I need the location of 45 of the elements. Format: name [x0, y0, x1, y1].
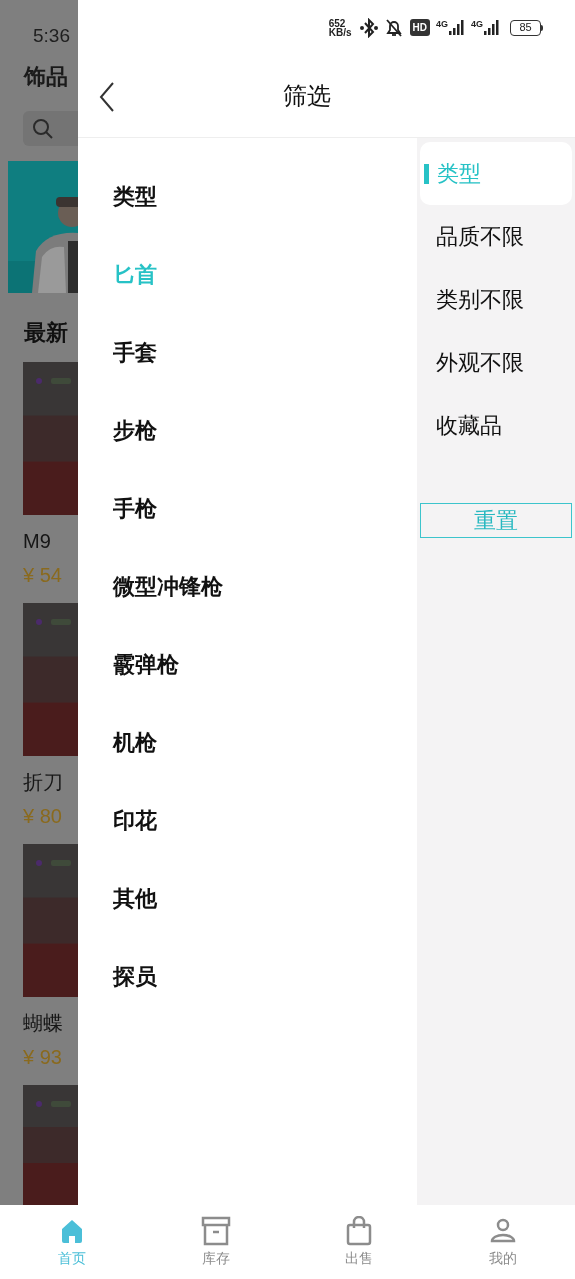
- filter-option[interactable]: 探员: [113, 938, 157, 1016]
- network-type: 4G: [471, 20, 483, 29]
- item-name: 蝴蝶: [22, 1011, 64, 1036]
- filter-tab[interactable]: 收藏品: [420, 394, 572, 457]
- filter-tab[interactable]: 外观不限: [420, 331, 572, 394]
- item-price: ¥ 54: [22, 563, 63, 588]
- item-name: 折刀: [22, 770, 64, 795]
- filter-option[interactable]: 步枪: [113, 392, 157, 470]
- muted-bell-icon: [383, 17, 404, 38]
- archive-box-icon: [200, 1216, 231, 1246]
- filter-option[interactable]: 机枪: [113, 704, 157, 782]
- item-name: M9: [22, 529, 52, 554]
- back-button[interactable]: [98, 81, 116, 113]
- item-price: ¥ 80: [22, 804, 63, 829]
- filter-tab[interactable]: 品质不限: [420, 205, 572, 268]
- bluetooth-icon: [359, 17, 378, 38]
- user-icon: [490, 1218, 517, 1244]
- search-icon: [31, 116, 55, 141]
- filter-option[interactable]: 霰弹枪: [113, 626, 179, 704]
- filter-option[interactable]: 手枪: [113, 470, 157, 548]
- hd-badge: HD: [409, 19, 430, 36]
- section-title: 最新: [23, 319, 69, 348]
- battery-level: 85: [510, 19, 541, 36]
- back-icon: [99, 82, 115, 112]
- shopping-bag-icon: [346, 1216, 373, 1246]
- filter-option[interactable]: 其他: [113, 860, 157, 938]
- filter-option[interactable]: 微型冲锋枪: [113, 548, 223, 626]
- tab-bar-item[interactable]: 库存: [143, 1205, 288, 1279]
- page-title: 饰品: [22, 63, 69, 92]
- item-price: ¥ 93: [22, 1045, 63, 1070]
- signal-icon: [449, 20, 465, 35]
- filter-tab[interactable]: 类别不限: [420, 268, 572, 331]
- status-time: 5:36: [32, 24, 71, 48]
- tab-bar-item[interactable]: 我的: [431, 1205, 575, 1279]
- signal-icon: [484, 20, 500, 35]
- filter-option[interactable]: 印花: [113, 782, 157, 860]
- search-field[interactable]: [23, 111, 78, 147]
- filter-option[interactable]: 手套: [113, 314, 157, 392]
- drawer-title: 筛选: [282, 81, 331, 111]
- list-title: 类型: [113, 183, 157, 211]
- net-speed-unit: KB/s: [328, 27, 352, 37]
- selected-indicator: [424, 163, 429, 184]
- network-type: 4G: [435, 20, 448, 29]
- tab-bar-item[interactable]: 出售: [287, 1205, 432, 1279]
- net-speed-value: 652: [328, 18, 346, 28]
